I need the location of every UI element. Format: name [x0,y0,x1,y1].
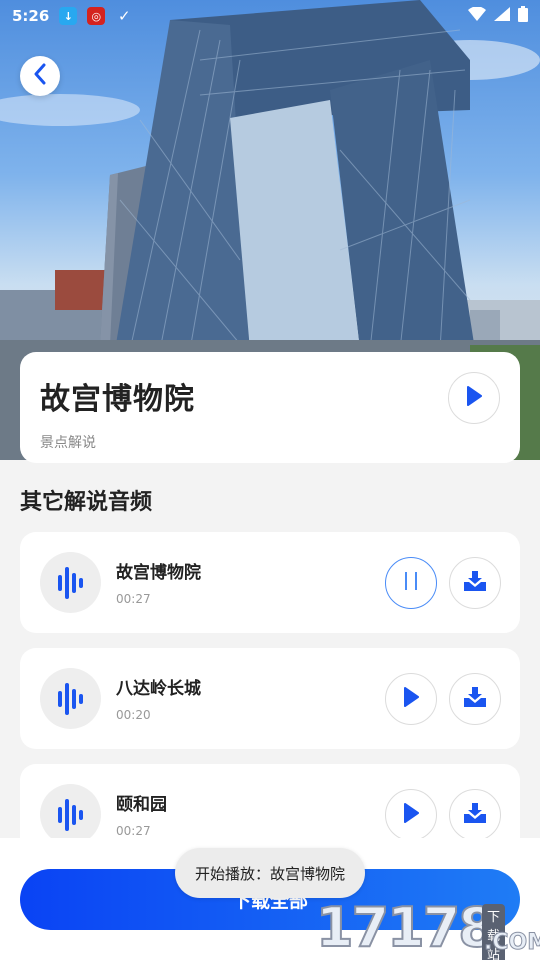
signal-icon [494,7,510,25]
app-notification-icon: ◎ [87,7,106,25]
attraction-subtitle: 景点解说 [40,435,96,451]
battery-icon [518,6,528,26]
attraction-card: 故宫博物院 景点解说 [20,352,520,463]
section-title: 其它解说音频 [20,490,153,515]
download-button[interactable] [449,673,501,725]
status-bar: 5:26 ↓ ◎ ✓ [0,0,540,32]
chevron-left-icon [32,63,48,89]
download-icon [464,687,486,711]
download-icon [464,803,486,827]
download-button[interactable] [449,789,501,841]
pause-button[interactable] [385,557,437,609]
audio-wave-icon [40,784,101,845]
play-button[interactable] [385,673,437,725]
audio-name: 颐和园 [116,795,167,815]
download-button[interactable] [449,557,501,609]
audio-duration: 00:27 [116,824,151,838]
download-icon [464,571,486,595]
play-icon [466,386,482,410]
play-icon [403,687,419,711]
status-time: 5:26 [12,7,50,25]
attraction-title: 故宫博物院 [40,382,195,417]
check-notification-icon: ✓ [118,7,131,25]
list-item[interactable]: 八达岭长城 00:20 [20,648,520,749]
main-play-button[interactable] [448,372,500,424]
play-button[interactable] [385,789,437,841]
pause-icon [404,571,418,595]
audio-duration: 00:27 [116,592,151,606]
audio-name: 故宫博物院 [116,563,201,583]
audio-wave-icon [40,552,101,613]
site-watermark: 17178 下载站 .COM [315,896,540,960]
watermark-number: 17178 [315,896,497,959]
audio-list: 故宫博物院 00:27 八达岭长城 00:20 颐和园 00:27 [20,532,520,880]
toast-message: 开始播放：故宫博物院 [175,848,365,898]
download-notification-icon: ↓ [59,7,78,25]
audio-name: 八达岭长城 [116,679,201,699]
list-item[interactable]: 故宫博物院 00:27 [20,532,520,633]
play-icon [403,803,419,827]
watermark-domain: .COM [483,930,540,956]
back-button[interactable] [20,56,60,96]
wifi-icon [468,6,486,25]
audio-wave-icon [40,668,101,729]
audio-duration: 00:20 [116,708,151,722]
